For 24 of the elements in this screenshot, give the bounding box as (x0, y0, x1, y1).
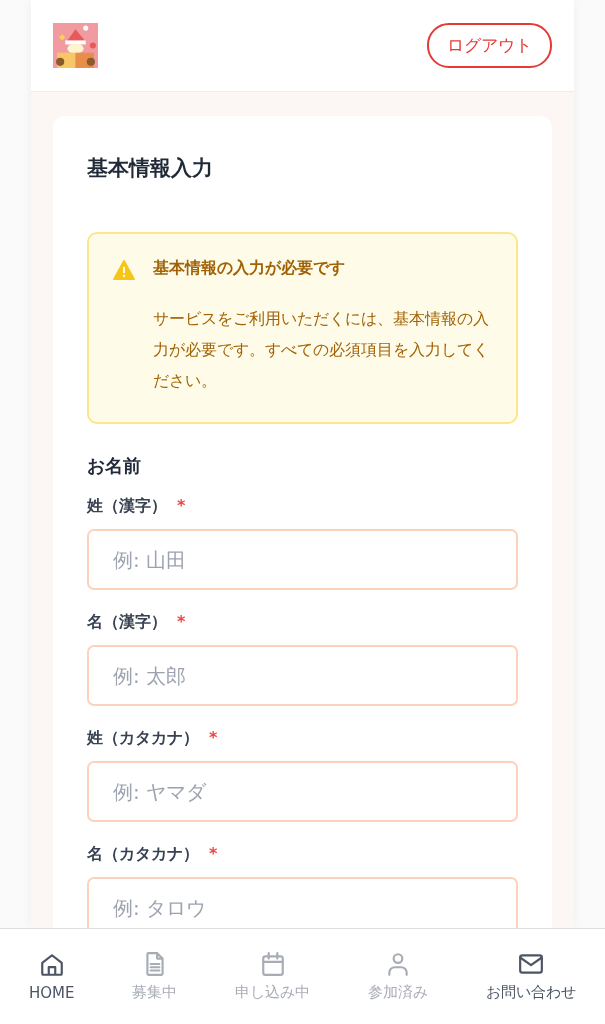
home-icon (38, 951, 65, 978)
required-mark: * (177, 612, 186, 633)
mail-icon (518, 951, 544, 977)
field-label: 名（漢字） (87, 612, 167, 633)
form-title: 基本情報入力 (87, 155, 214, 182)
calendar-icon (259, 951, 286, 977)
input-field[interactable]: 例: タロウ (87, 877, 518, 928)
input-field[interactable]: 例: 太郎 (87, 645, 518, 706)
alert-title: 基本情報の入力が必要です (153, 258, 346, 279)
input-field[interactable]: 例: ヤマダ (87, 761, 518, 822)
section-heading: お名前 (87, 454, 142, 478)
logo-icon (53, 23, 98, 68)
field-label: 姓（漢字） (87, 496, 167, 517)
required-mark: * (209, 844, 218, 865)
input-field[interactable]: 例: 山田 (87, 529, 518, 590)
warning-icon (113, 260, 135, 280)
nav-item[interactable]: HOME (24, 947, 79, 1006)
alert-message: サービスをご利用いただくには、基本情報の入力が必要です。すべての必須項目を入力してください。 (153, 308, 489, 392)
field-label: 名（カタカナ） (87, 844, 199, 865)
required-mark: * (177, 496, 186, 517)
required-mark: * (209, 728, 218, 749)
nav-item[interactable]: お問い合わせ (482, 947, 580, 1006)
logout-button[interactable]: ログアウト (427, 23, 552, 68)
field-label: 姓（カタカナ） (87, 728, 199, 749)
